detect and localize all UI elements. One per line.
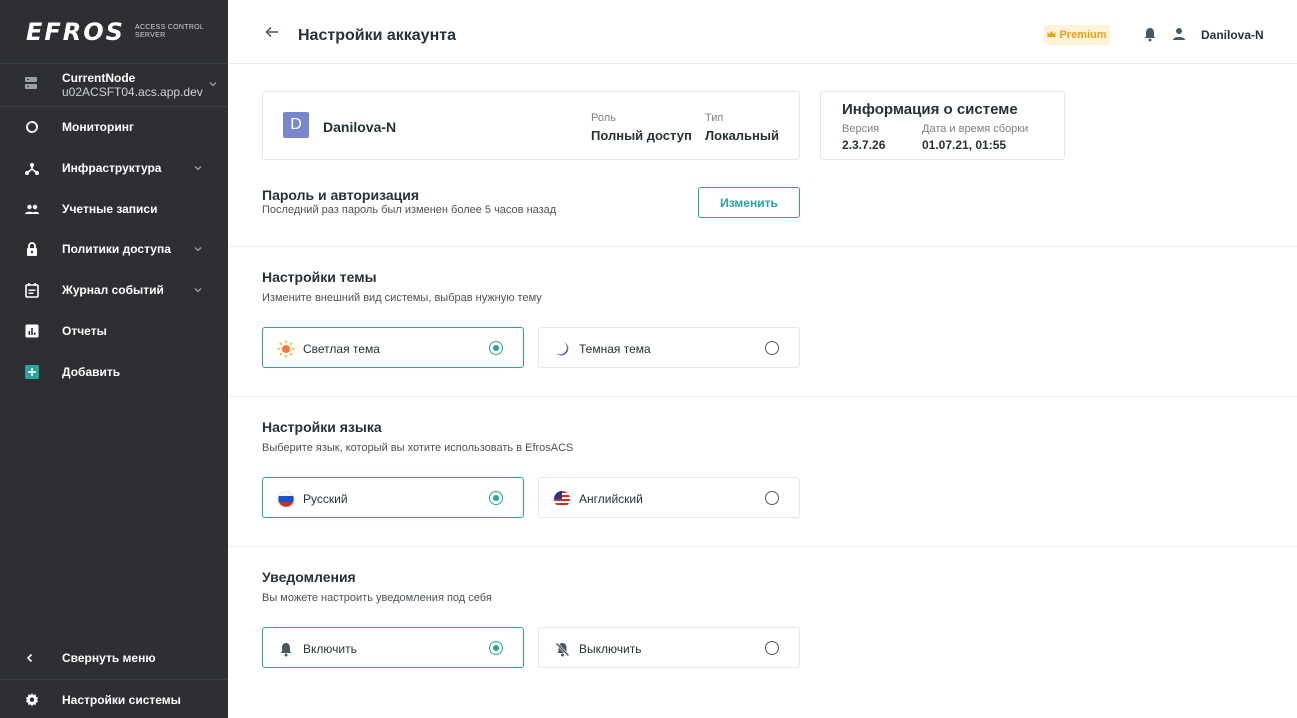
- section-divider: [228, 246, 1297, 247]
- section-divider: [228, 396, 1297, 397]
- build-label: Дата и время сборки: [922, 123, 1029, 135]
- radio-unselected[interactable]: [765, 491, 779, 505]
- language-option-label: Английский: [579, 492, 643, 506]
- theme-option-light[interactable]: Светлая тема: [262, 327, 524, 368]
- role-value: Полный доступ: [591, 128, 692, 143]
- chevron-down-icon: [193, 162, 203, 176]
- server-icon: [0, 76, 62, 95]
- theme-option-label: Темная тема: [579, 342, 651, 356]
- node-selector[interactable]: CurrentNode u02ACSFT04.acs.app.dev: [0, 64, 228, 106]
- theme-section-subtitle: Измените внешний вид системы, выбрав нуж…: [262, 292, 542, 304]
- notifications-option-off[interactable]: Выключить: [538, 627, 800, 668]
- type-value: Локальный: [705, 128, 779, 143]
- bell-icon[interactable]: [1143, 27, 1157, 47]
- chevron-down-icon: [208, 76, 218, 94]
- language-option-russian[interactable]: Русский: [262, 477, 524, 518]
- node-name: CurrentNode: [62, 71, 136, 85]
- password-section-title: Пароль и авторизация: [262, 187, 420, 203]
- notifications-option-label: Выключить: [579, 642, 642, 656]
- type-label: Тип: [705, 112, 724, 124]
- collapse-menu-button[interactable]: Свернуть меню: [0, 638, 228, 678]
- logo-sub-1: ACCESS CONTROL: [134, 24, 205, 31]
- sidebar-item-event-log[interactable]: Журнал событий: [0, 270, 228, 310]
- radio-selected[interactable]: [489, 641, 503, 655]
- efros-logo[interactable]: EFROS ACCESS CONTROL SERVER: [0, 0, 228, 64]
- crown-icon: [1047, 29, 1056, 41]
- calendar-icon: [0, 282, 62, 298]
- premium-label: Premium: [1059, 29, 1107, 41]
- sidebar-item-reports[interactable]: Отчеты: [0, 311, 228, 351]
- collapse-menu-label: Свернуть меню: [62, 651, 156, 665]
- notifications-option-label: Включить: [303, 642, 357, 656]
- sidebar-item-label: Отчеты: [62, 324, 107, 338]
- sidebar-item-label: Инфраструктура: [62, 161, 162, 175]
- language-option-label: Русский: [303, 492, 348, 506]
- chevron-left-icon: [0, 652, 62, 664]
- sidebar-item-monitoring[interactable]: Мониторинг: [0, 107, 228, 147]
- radio-unselected[interactable]: [765, 341, 779, 355]
- notifications-option-on[interactable]: Включить: [262, 627, 524, 668]
- logo-text: EFROS: [26, 18, 125, 46]
- header-user-name[interactable]: Danilova-N: [1201, 28, 1264, 42]
- sidebar-item-label: Добавить: [62, 365, 121, 379]
- page-title: Настройки аккаунта: [298, 27, 456, 44]
- radio-unselected[interactable]: [765, 641, 779, 655]
- russia-flag-icon: [277, 490, 295, 508]
- sidebar-item-label: Журнал событий: [62, 283, 164, 297]
- account-card: D Danilova-N Роль Полный доступ Тип Лока…: [262, 91, 800, 160]
- sidebar-item-label: Учетные записи: [62, 202, 158, 216]
- bell-icon: [277, 640, 295, 658]
- account-name: Danilova-N: [323, 119, 397, 135]
- sidebar-item-access-policies[interactable]: Политики доступа: [0, 229, 228, 269]
- bell-off-icon: [553, 640, 571, 658]
- change-password-button[interactable]: Изменить: [698, 187, 800, 218]
- report-chart-icon: [0, 323, 62, 339]
- sidebar: EFROS ACCESS CONTROL SERVER CurrentNode …: [0, 0, 228, 718]
- theme-section-title: Настройки темы: [262, 269, 377, 285]
- section-divider: [228, 546, 1297, 547]
- chevron-down-icon: [193, 243, 203, 257]
- chevron-down-icon: [193, 284, 203, 298]
- node-host: u02ACSFT04.acs.app.dev: [62, 85, 203, 99]
- moon-icon: [553, 340, 571, 358]
- system-info-title: Информация о системе: [842, 101, 1018, 118]
- add-icon: [0, 364, 62, 380]
- sidebar-item-infrastructure[interactable]: Инфраструктура: [0, 148, 228, 188]
- radio-selected[interactable]: [489, 491, 503, 505]
- system-settings-label: Настройки системы: [62, 693, 181, 707]
- notifications-section-subtitle: Вы можете настроить уведомления под себя: [262, 592, 492, 604]
- monitoring-icon: [0, 119, 62, 135]
- notifications-section-title: Уведомления: [262, 569, 356, 585]
- system-settings-button[interactable]: Настройки системы: [0, 680, 228, 718]
- radio-selected[interactable]: [489, 341, 503, 355]
- language-section-title: Настройки языка: [262, 419, 382, 435]
- sidebar-item-label: Политики доступа: [62, 242, 171, 256]
- avatar: D: [283, 112, 309, 138]
- version-value: 2.3.7.26: [842, 138, 886, 152]
- sun-icon: [277, 340, 295, 358]
- back-arrow-icon[interactable]: [264, 24, 280, 45]
- theme-option-label: Светлая тема: [303, 342, 380, 356]
- sidebar-item-label: Мониторинг: [62, 120, 134, 134]
- language-option-english[interactable]: Английский: [538, 477, 800, 518]
- us-flag-icon: [553, 490, 571, 508]
- user-icon[interactable]: [1171, 26, 1187, 47]
- lock-icon: [0, 241, 62, 257]
- infrastructure-icon: [0, 160, 62, 176]
- password-section-subtitle: Последний раз пароль был изменен более 5…: [262, 204, 557, 216]
- theme-option-dark[interactable]: Темная тема: [538, 327, 800, 368]
- premium-badge[interactable]: Premium: [1044, 25, 1110, 45]
- users-icon: [0, 201, 62, 217]
- language-section-subtitle: Выберите язык, который вы хотите использ…: [262, 442, 574, 454]
- system-info-card: Информация о системе Версия 2.3.7.26 Дат…: [820, 91, 1065, 160]
- sidebar-item-add[interactable]: Добавить: [0, 352, 228, 392]
- gear-icon: [0, 692, 62, 708]
- role-label: Роль: [591, 112, 616, 124]
- top-header: Настройки аккаунта Premium Danilova-N: [228, 0, 1297, 64]
- logo-sub-2: SERVER: [134, 32, 166, 39]
- version-label: Версия: [842, 123, 880, 135]
- sidebar-item-accounts[interactable]: Учетные записи: [0, 189, 228, 229]
- build-value: 01.07.21, 01:55: [922, 138, 1007, 152]
